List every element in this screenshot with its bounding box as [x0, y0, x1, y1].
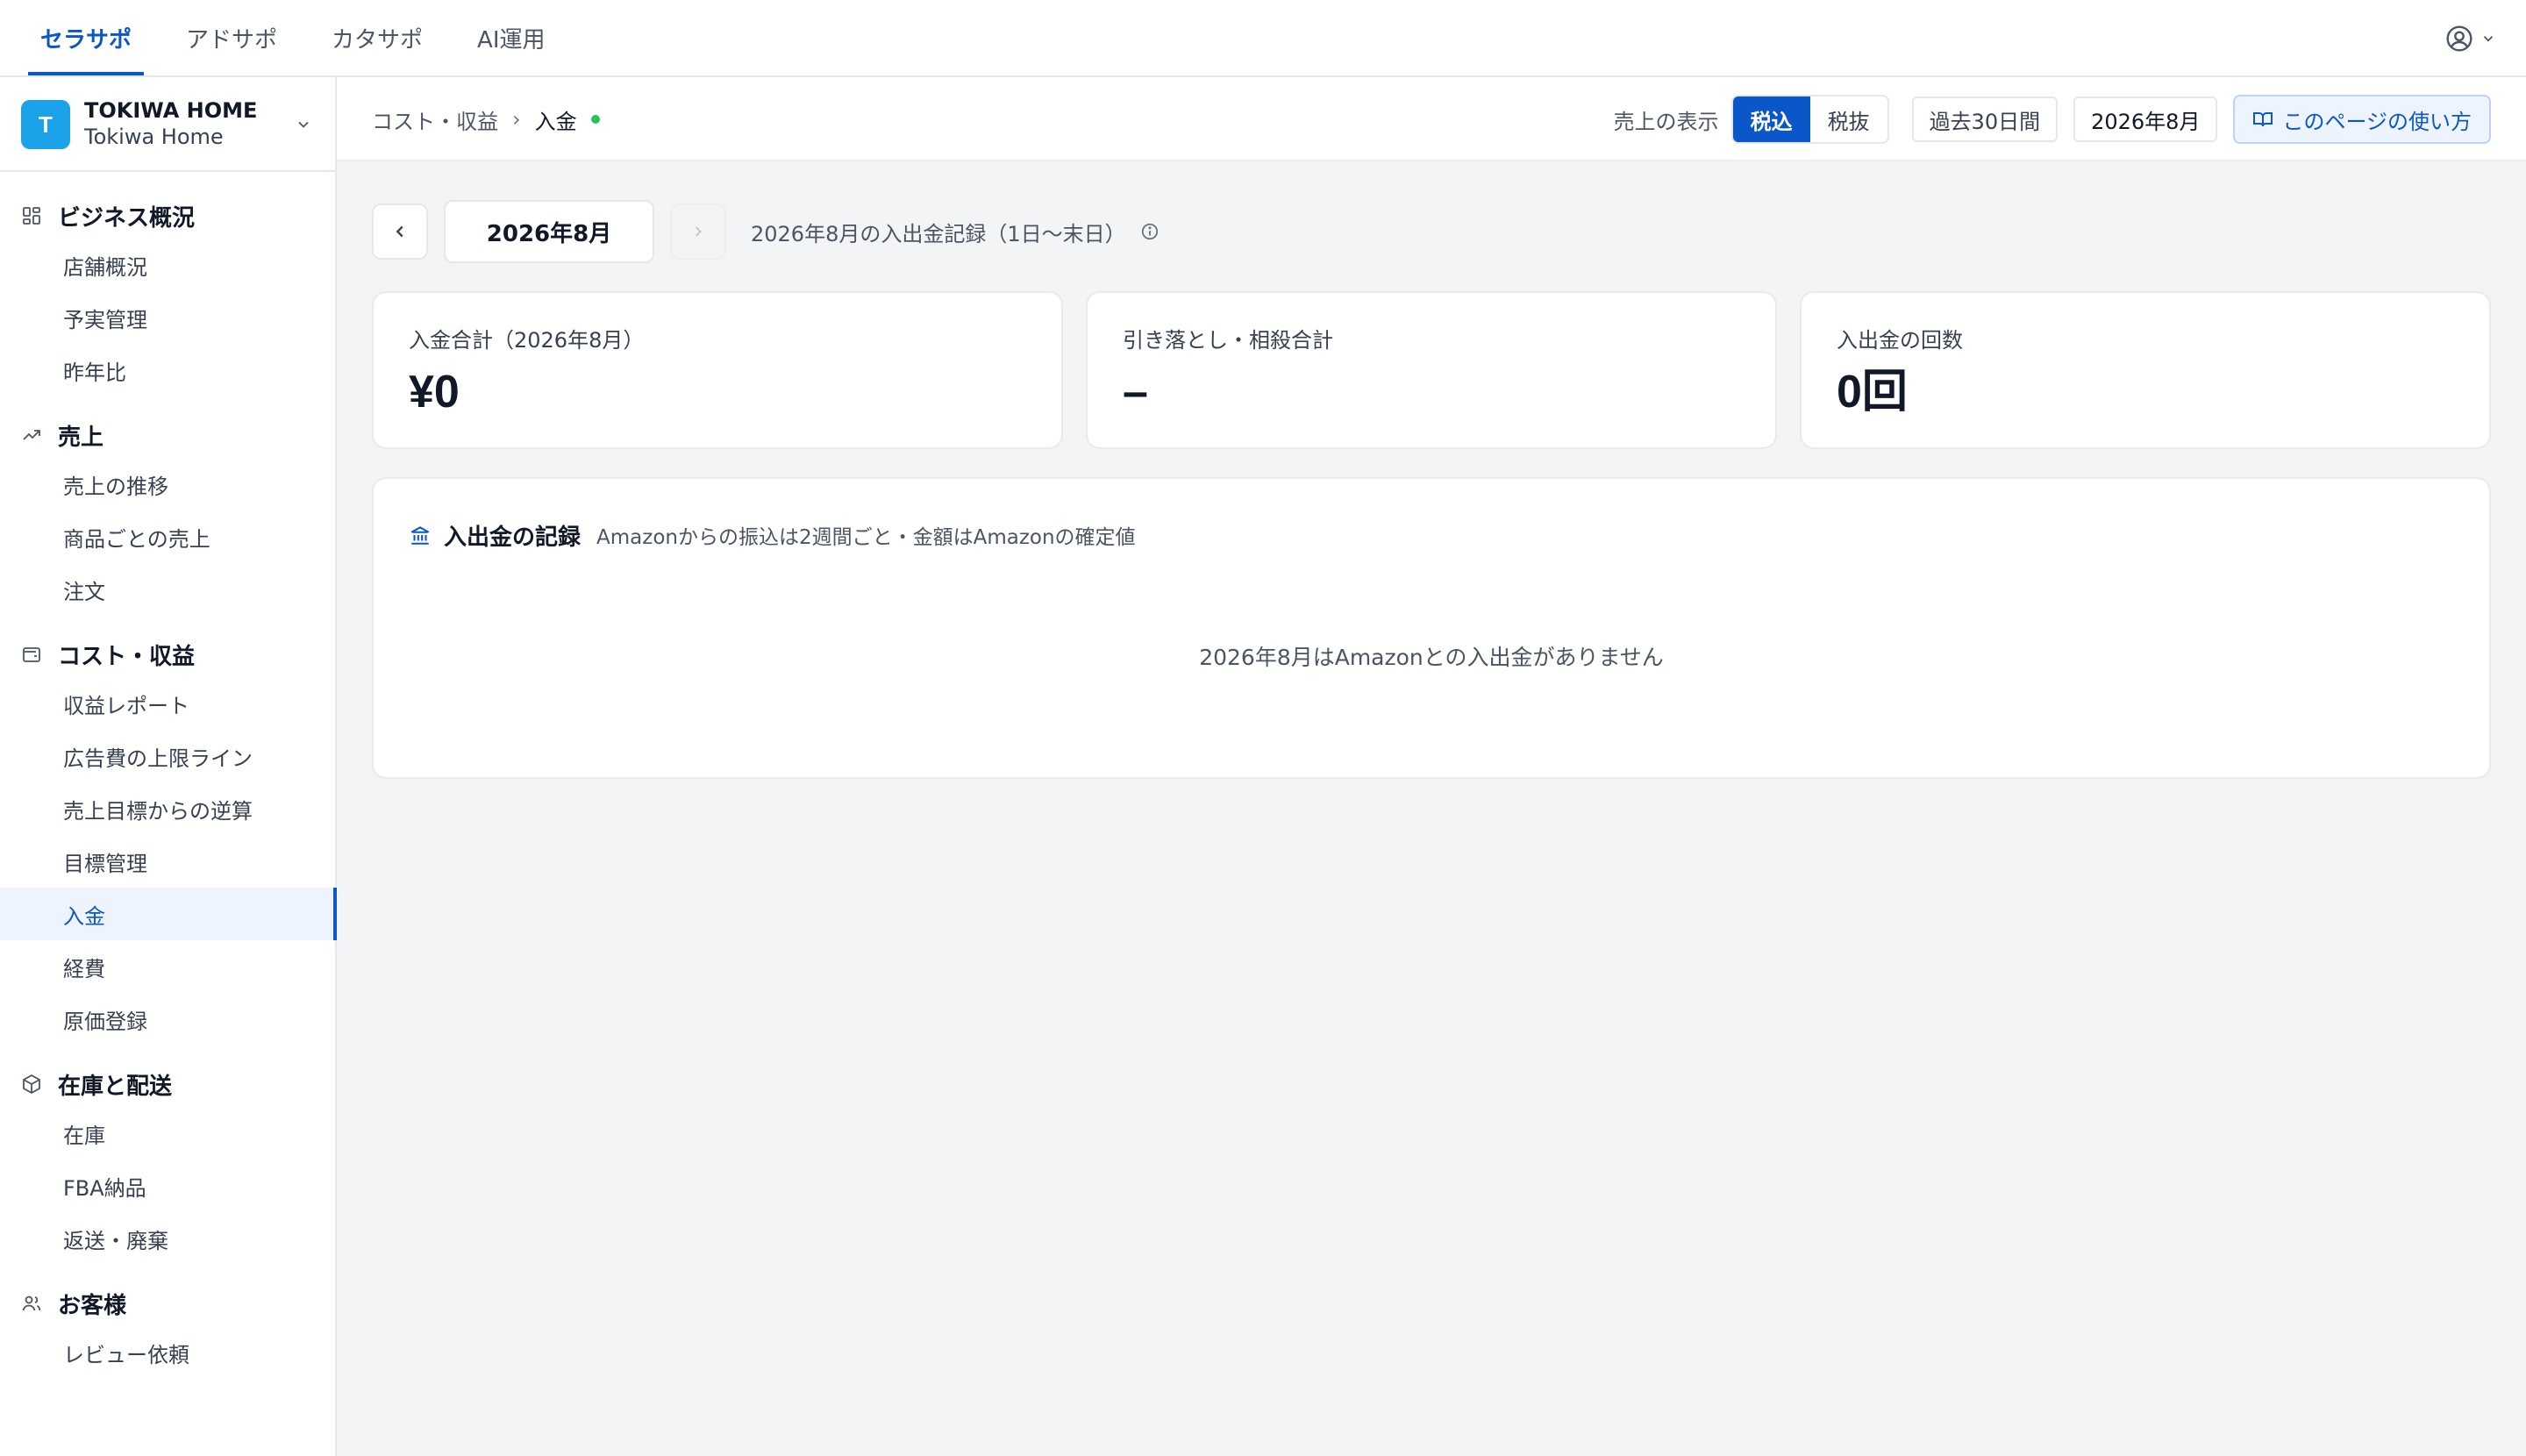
- nav-heading-label: お客様: [58, 1292, 127, 1319]
- stat-label: 入金合計（2026年8月）: [409, 328, 645, 353]
- chevron-down-icon: [295, 116, 312, 133]
- info-icon[interactable]: [1140, 222, 1160, 241]
- header-controls: 売上の表示 税込 税抜 過去30日間 2026年8月 このページの使い方: [1614, 95, 2491, 144]
- nav-group-cost-profit: コスト・収益 収益レポート 広告費の上限ライン 売上目標からの逆算 目標管理 入…: [0, 632, 337, 1046]
- sidebar-item-store-overview[interactable]: 店舗概況: [0, 239, 335, 291]
- nav-group-business-overview: ビジネス概況 店舗概況 予実管理 昨年比: [0, 193, 335, 396]
- tab-serasapo[interactable]: セラサポ: [28, 0, 145, 75]
- sidebar-item-cost-registration[interactable]: 原価登録: [0, 993, 335, 1046]
- breadcrumb-current: 入金: [534, 109, 577, 134]
- store-subtitle: Tokiwa Home: [84, 125, 224, 149]
- breadcrumb: コスト・収益 › 入金: [372, 103, 600, 135]
- summary-stats: 入金合計（2026年8月） ¥0 引き落とし・相殺合計 – 入出金の回数 0回: [372, 291, 2491, 449]
- product-tabs: セラサポ アドサポ カタサポ AI運用: [28, 0, 588, 75]
- stat-label: 入出金の回数: [1837, 328, 1963, 353]
- records-empty-message: 2026年8月はAmazonとの入出金がありません: [1199, 645, 1664, 670]
- sidebar-item-inventory[interactable]: 在庫: [0, 1107, 335, 1160]
- stat-value: ¥0: [409, 367, 460, 418]
- records-header: 入出金の記録 Amazonからの振込は2週間ごと・金額はAmazonの確定値: [409, 517, 1136, 553]
- page-help-label: このページの使い方: [2282, 109, 2472, 134]
- sidebar-item-budget-actual[interactable]: 予実管理: [0, 291, 335, 344]
- book-icon: [2252, 109, 2273, 130]
- nav-heading: お客様: [0, 1281, 335, 1326]
- sidebar-item-target-backcalc[interactable]: 売上目標からの逆算: [0, 782, 335, 835]
- sidebar-item-fba-inbound[interactable]: FBA納品: [0, 1160, 335, 1212]
- top-bar: セラサポ アドサポ カタサポ AI運用: [0, 0, 2526, 77]
- nav-group-sales: 売上 売上の推移 商品ごとの売上 注文: [0, 412, 335, 616]
- store-switcher[interactable]: T TOKIWA HOME Tokiwa Home: [0, 77, 335, 172]
- breadcrumb-separator: ›: [512, 107, 521, 132]
- previous-month-button[interactable]: [372, 203, 428, 260]
- nav-heading-label: 売上: [58, 424, 104, 451]
- stat-card-withdrawal-total: 引き落とし・相殺合計 –: [1086, 291, 1777, 449]
- sidebar: T TOKIWA HOME Tokiwa Home ビジネス概況 店舗概況 予実…: [0, 77, 337, 1456]
- store-avatar: T: [21, 100, 70, 149]
- store-name: TOKIWA HOME: [84, 98, 258, 123]
- nav-group-customers: お客様 レビュー依頼: [0, 1281, 335, 1379]
- tab-ai-operation[interactable]: AI運用: [465, 0, 557, 75]
- stat-card-transaction-count: 入出金の回数 0回: [1800, 291, 2491, 449]
- tax-excluded-button[interactable]: 税抜: [1809, 96, 1887, 142]
- trending-up-icon: [21, 425, 58, 446]
- stat-value: –: [1123, 367, 1148, 418]
- records-title: 入出金の記録: [444, 524, 582, 551]
- sidebar-item-ad-cost-limit[interactable]: 広告費の上限ライン: [0, 730, 335, 782]
- month-select-button[interactable]: 2026年8月: [2073, 96, 2218, 142]
- user-circle-icon: [2445, 25, 2473, 53]
- sidebar-item-review-request[interactable]: レビュー依頼: [0, 1326, 335, 1379]
- nav-heading-label: コスト・収益: [58, 643, 196, 670]
- stat-card-deposit-total: 入金合計（2026年8月） ¥0: [372, 291, 1063, 449]
- main-content: コスト・収益 › 入金 売上の表示 税込 税抜 過去30日間 2026年8月 こ…: [337, 77, 2526, 1456]
- nav-group-inventory: 在庫と配送 在庫 FBA納品 返送・廃棄: [0, 1061, 335, 1265]
- box-icon: [21, 1074, 58, 1095]
- stat-label: 引き落とし・相殺合計: [1123, 328, 1333, 353]
- page-header: コスト・収益 › 入金 売上の表示 税込 税抜 過去30日間 2026年8月 こ…: [337, 77, 2526, 161]
- nav-heading: 売上: [0, 412, 335, 458]
- nav-heading: ビジネス概況: [0, 193, 335, 239]
- sidebar-item-expenses[interactable]: 経費: [0, 940, 335, 993]
- sidebar-item-goal-management[interactable]: 目標管理: [0, 835, 335, 888]
- records-note: Amazonからの振込は2週間ごと・金額はAmazonの確定値: [596, 526, 1136, 549]
- next-month-button[interactable]: [670, 203, 726, 260]
- sidebar-item-deposits[interactable]: 入金: [0, 888, 337, 940]
- page-help-button[interactable]: このページの使い方: [2233, 95, 2491, 144]
- nav-heading-label: 在庫と配送: [58, 1073, 173, 1100]
- month-caption-text: 2026年8月の入出金記録（1日〜末日）: [751, 221, 1126, 246]
- sidebar-item-orders[interactable]: 注文: [0, 563, 335, 616]
- stat-value: 0回: [1837, 367, 1908, 418]
- chevron-down-icon: [2480, 31, 2496, 46]
- nav-heading: コスト・収益: [0, 632, 335, 677]
- chevron-right-icon: [689, 223, 707, 240]
- range-last-30-days-button[interactable]: 過去30日間: [1911, 96, 2059, 142]
- sidebar-item-profit-report[interactable]: 収益レポート: [0, 677, 335, 730]
- chevron-left-icon: [390, 222, 410, 241]
- tab-katasapo[interactable]: カタサポ: [319, 0, 435, 75]
- tab-adsapo[interactable]: アドサポ: [174, 0, 289, 75]
- month-navigation: 2026年8月 2026年8月の入出金記録（1日〜末日）: [372, 200, 1160, 263]
- month-caption: 2026年8月の入出金記録（1日〜末日）: [751, 217, 1160, 247]
- wallet-icon: [21, 644, 58, 665]
- bank-icon: [409, 524, 432, 546]
- tax-display-label: 売上の表示: [1613, 109, 1719, 134]
- sidebar-item-yoy[interactable]: 昨年比: [0, 344, 335, 396]
- breadcrumb-parent[interactable]: コスト・収益: [372, 104, 498, 135]
- nav-heading-label: ビジネス概況: [58, 204, 196, 232]
- sidebar-item-sales-trend[interactable]: 売上の推移: [0, 458, 335, 510]
- status-dot: [590, 115, 600, 124]
- current-month-display[interactable]: 2026年8月: [444, 200, 654, 263]
- sidebar-item-sales-by-product[interactable]: 商品ごとの売上: [0, 510, 335, 563]
- tax-included-button[interactable]: 税込: [1732, 96, 1810, 142]
- sidebar-nav: ビジネス概況 店舗概況 予実管理 昨年比 売上 売上の推移 商品ごとの売上 注文: [0, 193, 337, 1395]
- deposit-records-card: 入出金の記録 Amazonからの振込は2週間ごと・金額はAmazonの確定値 2…: [372, 477, 2491, 779]
- account-menu[interactable]: [2445, 23, 2496, 54]
- tax-toggle: 税込 税抜: [1730, 95, 1889, 144]
- grid-icon: [21, 205, 58, 226]
- sidebar-item-returns-disposal[interactable]: 返送・廃棄: [0, 1212, 335, 1265]
- users-icon: [21, 1293, 58, 1314]
- nav-heading: 在庫と配送: [0, 1061, 335, 1107]
